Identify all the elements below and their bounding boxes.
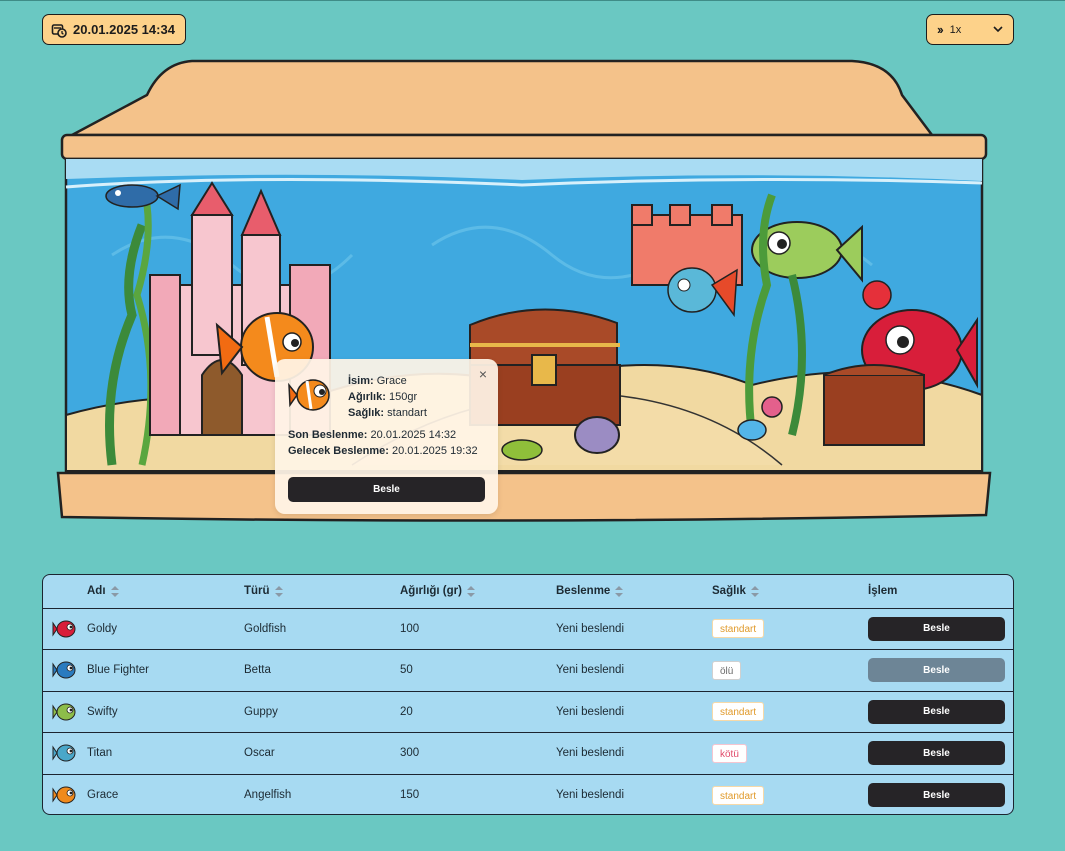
fish-health-cell: standart: [712, 774, 868, 814]
table-row: Grace Angelfish 150 Yeni beslendi standart Be…: [43, 774, 1013, 814]
fish-feeding: Yeni beslendi: [556, 705, 624, 718]
table-row: Swifty Guppy 20 Yeni beslendi standart Besle: [43, 691, 1013, 733]
fish-weight: 300: [400, 747, 420, 760]
fish-avatar-icon: [288, 379, 330, 411]
status-badge: standart: [712, 785, 765, 805]
fish-weight: 20: [400, 705, 413, 718]
feed-button[interactable]: Besle: [868, 699, 1005, 724]
fish-icon-cell: [43, 608, 87, 650]
status-badge: standart: [712, 702, 765, 722]
health-label: Sağlık:: [348, 407, 385, 419]
table-row: Blue Fighter Betta 50 Yeni beslendi ölü Besle: [43, 649, 1013, 692]
fish-action-cell: Besle: [868, 650, 1013, 692]
fish-name: Goldy: [87, 622, 118, 635]
popup-health: standart: [387, 407, 427, 419]
fish-icon-cell: [43, 691, 87, 733]
fish-icon-cell: [43, 650, 87, 692]
header-type[interactable]: Türü: [244, 575, 400, 608]
clock-history-icon: [51, 23, 67, 38]
sort-icon: [615, 585, 624, 597]
feed-button: Besle: [868, 658, 1005, 683]
fast-forward-icon: ››: [937, 22, 944, 37]
feed-button[interactable]: Besle: [868, 741, 1005, 766]
header-feeding[interactable]: Beslenme: [556, 575, 712, 608]
fish-icon: [52, 703, 76, 721]
last-feed-label: Son Beslenme:: [288, 429, 368, 441]
fish-icon: [52, 661, 76, 679]
fish-name: Swifty: [87, 705, 118, 718]
header-icon: [43, 575, 87, 608]
fish-name: Blue Fighter: [87, 664, 150, 677]
fish-icon: [52, 786, 76, 804]
fish-icon: [52, 620, 76, 638]
close-icon[interactable]: ×: [479, 366, 487, 382]
next-feed-label: Gelecek Beslenme:: [288, 445, 389, 457]
aquarium-scene: [52, 55, 996, 525]
fish-feeding: Yeni beslendi: [556, 747, 624, 760]
fish-feeding: Yeni beslendi: [556, 664, 624, 677]
fish-weight: 100: [400, 622, 420, 635]
sort-icon: [750, 585, 759, 597]
fish-action-cell: Besle: [868, 691, 1013, 733]
fish-weight: 50: [400, 664, 413, 677]
fish-health-cell: standart: [712, 608, 868, 650]
feed-button[interactable]: Besle: [868, 783, 1005, 807]
fish-type: Guppy: [244, 705, 278, 718]
fish-health-cell: standart: [712, 691, 868, 733]
fish-table: Adı Türü Ağırlığı (gr) Beslenme Sağlık İ…: [42, 574, 1014, 815]
popup-weight: 150gr: [388, 391, 418, 403]
header-name[interactable]: Adı: [87, 575, 244, 608]
sort-icon: [110, 585, 119, 597]
fish-health-cell: kötü: [712, 733, 868, 775]
top-border: [0, 0, 1065, 1]
fish-name: Grace: [87, 789, 119, 801]
header-action: İşlem: [868, 585, 898, 598]
fish-action-cell: Besle: [868, 733, 1013, 775]
fish-type: Angelfish: [244, 789, 292, 801]
status-badge: standart: [712, 619, 765, 639]
fish-type: Oscar: [244, 747, 275, 760]
fish-action-cell: Besle: [868, 774, 1013, 814]
popup-next-feed: 20.01.2025 19:32: [391, 445, 478, 457]
fish-icon-cell: [43, 774, 87, 814]
datetime-display: 20.01.2025 14:34: [42, 14, 186, 45]
fish-type: Goldfish: [244, 622, 287, 635]
status-badge: kötü: [712, 743, 747, 763]
weight-label: Ağırlık:: [348, 391, 386, 403]
fish-feeding: Yeni beslendi: [556, 622, 624, 635]
sort-icon: [466, 585, 475, 597]
popup-last-feed: 20.01.2025 14:32: [370, 429, 457, 441]
speed-value: 1x: [949, 23, 962, 36]
speed-select[interactable]: ›› 1x: [926, 14, 1014, 45]
header-health[interactable]: Sağlık: [712, 575, 868, 608]
name-label: İsim:: [348, 375, 374, 387]
table-header-row: Adı Türü Ağırlığı (gr) Beslenme Sağlık İ…: [43, 575, 1013, 608]
fish-action-cell: Besle: [868, 608, 1013, 650]
chevron-down-icon: [993, 26, 1003, 33]
popup-feeding-info: Son Beslenme: 20.01.2025 14:32 Gelecek B…: [288, 427, 478, 459]
status-badge: ölü: [712, 660, 742, 680]
fish-health-cell: ölü: [712, 650, 868, 692]
fish-icon: [52, 744, 76, 762]
fish-name: Titan: [87, 747, 113, 760]
table-row: Titan Oscar 300 Yeni beslendi kötü Besle: [43, 732, 1013, 775]
fish-feeding: Yeni beslendi: [556, 789, 624, 801]
popup-feed-button[interactable]: Besle: [288, 477, 485, 502]
table-row: Goldy Goldfish 100 Yeni beslendi standart Bes…: [43, 608, 1013, 650]
popup-name: Grace: [376, 375, 407, 387]
header-weight[interactable]: Ağırlığı (gr): [400, 575, 556, 608]
fish-type: Betta: [244, 664, 271, 677]
fish-icon-cell: [43, 733, 87, 775]
feed-button[interactable]: Besle: [868, 616, 1005, 641]
popup-info: İsim: Grace Ağırlık: 150gr Sağlık: stand…: [348, 373, 427, 421]
fish-info-popup: × İsim: Grace Ağırlık: 150gr Sağlık: sta…: [275, 359, 498, 514]
sort-icon: [274, 585, 283, 597]
fish-weight: 150: [400, 789, 420, 801]
datetime-text: 20.01.2025 14:34: [73, 22, 175, 37]
